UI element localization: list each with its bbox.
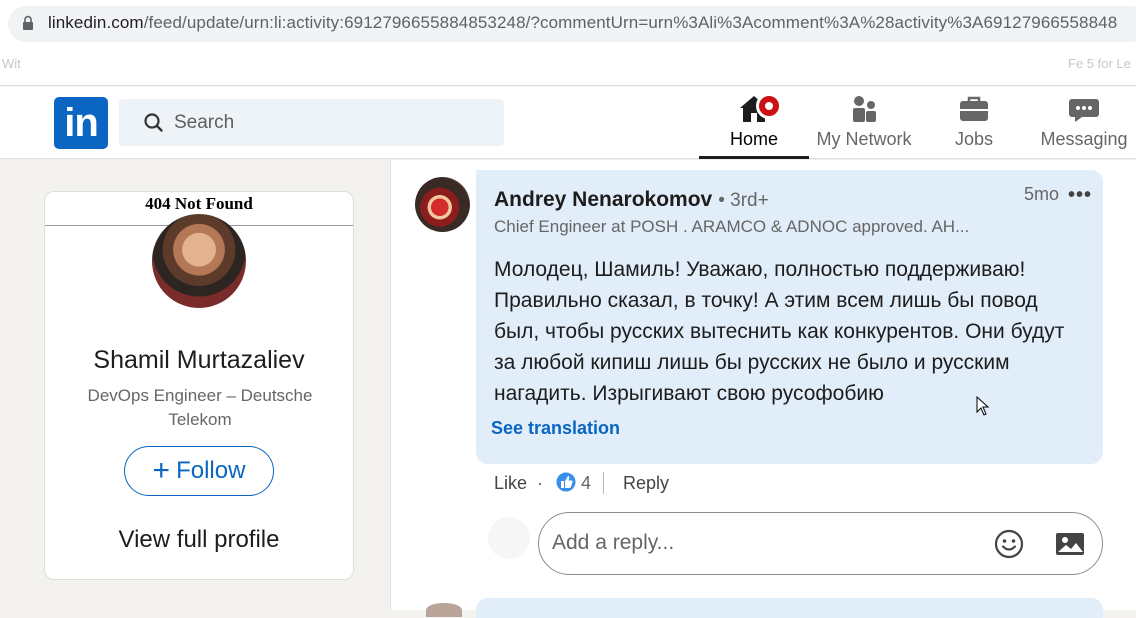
comment-timestamp: 5mo bbox=[1024, 184, 1060, 204]
like-reaction-icon[interactable] bbox=[555, 471, 577, 493]
commenter-avatar[interactable] bbox=[415, 177, 470, 232]
nav-jobs[interactable]: Jobs bbox=[930, 91, 1018, 159]
chat-icon bbox=[1069, 99, 1099, 122]
bookmarks-bar: Wit Fe 5 for Le bbox=[0, 48, 1136, 86]
reply-placeholder: Add a reply... bbox=[552, 531, 675, 554]
connection-degree: • 3rd+ bbox=[718, 190, 769, 211]
reply-input[interactable]: Add a reply... bbox=[538, 512, 1103, 575]
view-full-profile-link[interactable]: View full profile bbox=[45, 526, 353, 554]
lock-icon bbox=[23, 15, 33, 30]
search-icon bbox=[144, 113, 163, 132]
see-translation-link[interactable]: See translation bbox=[491, 418, 620, 439]
briefcase-icon bbox=[960, 96, 988, 121]
search-input[interactable]: Search bbox=[119, 99, 504, 146]
nav-messaging[interactable]: Messaging bbox=[1032, 91, 1136, 159]
top-navigation: in Search Home My Network Jobs Messaging bbox=[0, 87, 1136, 159]
nav-my-network[interactable]: My Network bbox=[812, 91, 916, 159]
next-comment-bubble bbox=[476, 598, 1103, 618]
nav-my-network-label: My Network bbox=[816, 129, 912, 149]
comment-text: Молодец, Шамиль! Уважаю, полностью подде… bbox=[494, 258, 1065, 405]
more-options-icon[interactable]: ••• bbox=[1068, 184, 1092, 207]
reaction-count[interactable]: 4 bbox=[581, 473, 591, 494]
current-user-avatar bbox=[488, 517, 530, 559]
network-icon bbox=[853, 96, 876, 122]
bookmark-item[interactable]: Fe 5 for Le bbox=[1068, 56, 1131, 71]
browser-url-bar: linkedin.com/feed/update/urn:li:activity… bbox=[0, 0, 1136, 48]
follow-button[interactable]: + Follow bbox=[124, 446, 274, 496]
follow-label: Follow bbox=[176, 457, 246, 484]
url-host: linkedin.com bbox=[48, 13, 144, 32]
active-indicator bbox=[699, 156, 809, 159]
search-placeholder: Search bbox=[174, 112, 235, 133]
url-text[interactable]: linkedin.com/feed/update/urn:li:activity… bbox=[48, 13, 1117, 33]
profile-title: DevOps Engineer – Deutsche Telekom bbox=[87, 386, 313, 429]
image-icon[interactable] bbox=[1054, 528, 1086, 560]
separator-dot: · bbox=[537, 473, 543, 493]
mouse-cursor-icon bbox=[976, 396, 990, 416]
comment-bubble: Andrey Nenarokomov • 3rd+ 5mo ••• Chief E… bbox=[476, 170, 1103, 464]
nav-home[interactable]: Home bbox=[699, 91, 809, 159]
bookmark-item[interactable]: Wit bbox=[2, 56, 21, 71]
profile-card: 404 Not Found Shamil Murtazaliev DevOps … bbox=[44, 191, 354, 580]
action-divider bbox=[603, 472, 604, 494]
profile-avatar[interactable] bbox=[152, 214, 246, 308]
notification-badge bbox=[756, 93, 782, 119]
emoji-icon[interactable] bbox=[993, 528, 1025, 560]
nav-messaging-label: Messaging bbox=[1040, 129, 1128, 149]
author-headline: Chief Engineer at POSH . ARAMCO & ADNOC … bbox=[494, 217, 970, 236]
nav-jobs-label: Jobs bbox=[954, 129, 994, 149]
url-path: /feed/update/urn:li:activity:69127966558… bbox=[143, 13, 1118, 32]
profile-name[interactable]: Shamil Murtazaliev bbox=[45, 346, 353, 375]
like-button[interactable]: Like bbox=[494, 473, 527, 494]
reply-button[interactable]: Reply bbox=[623, 473, 669, 494]
nav-home-label: Home bbox=[729, 129, 778, 149]
comment-author-name: Andrey Nenarokomov bbox=[494, 188, 713, 211]
linkedin-logo[interactable]: in bbox=[54, 97, 108, 149]
next-commenter-avatar[interactable] bbox=[426, 603, 462, 617]
comment-author[interactable]: Andrey Nenarokomov • 3rd+ bbox=[494, 188, 769, 212]
plus-icon: + bbox=[152, 454, 171, 487]
